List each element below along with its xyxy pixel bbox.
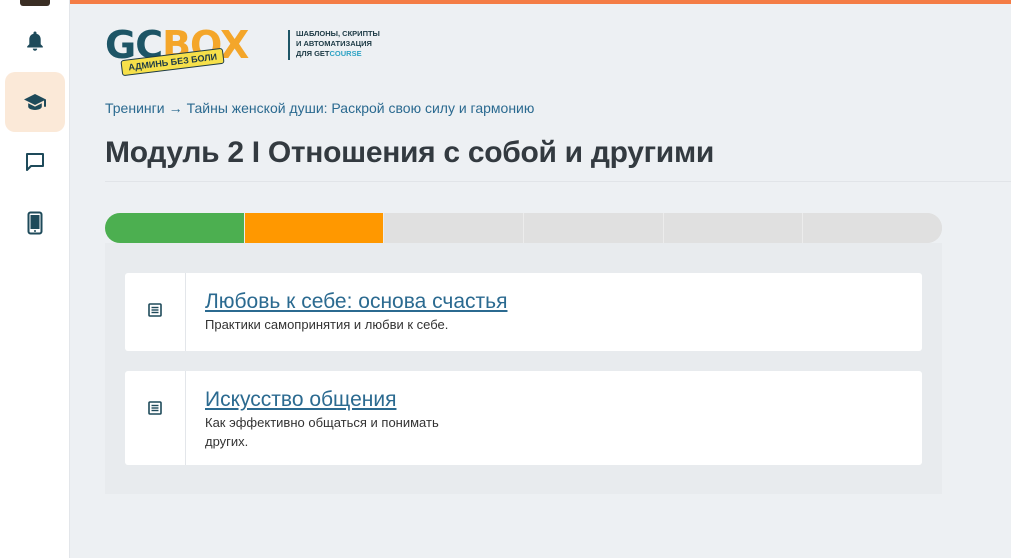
- avatar[interactable]: [20, 0, 50, 6]
- bell-icon: [25, 30, 45, 52]
- document-list-icon: [148, 401, 162, 465]
- progress-segment[interactable]: [663, 213, 804, 243]
- breadcrumb-course-link[interactable]: Тайны женской души: Раскрой свою силу и …: [187, 100, 535, 116]
- lesson-item[interactable]: Искусство общения Как эффективно общатьс…: [125, 371, 922, 465]
- title-divider: [105, 181, 1011, 182]
- mobile-phone-icon: [27, 211, 43, 235]
- lesson-item[interactable]: Любовь к себе: основа счастья Практики с…: [125, 273, 922, 351]
- lesson-description: Практики самопринятия и любви к себе.: [205, 317, 449, 332]
- lesson-title-link[interactable]: Искусство общения: [205, 388, 439, 412]
- lesson-description: Как эффективно общаться и понимать других…: [205, 415, 439, 449]
- sidebar: [0, 0, 70, 558]
- graduation-cap-icon: [23, 92, 47, 112]
- breadcrumb-arrow: →: [168, 100, 183, 116]
- progress-segment[interactable]: [803, 213, 942, 243]
- breadcrumb-trainings-link[interactable]: Тренинги: [105, 100, 165, 116]
- sidebar-item-notifications[interactable]: [5, 11, 65, 71]
- sidebar-item-trainings[interactable]: [5, 72, 65, 132]
- progress-segment[interactable]: [524, 213, 664, 243]
- sidebar-item-messages[interactable]: [5, 132, 65, 192]
- top-accent-bar: [70, 0, 1011, 4]
- progress-segment[interactable]: [244, 213, 385, 243]
- logo-tagline: ШАБЛОНЫ, СКРИПТЫ И АВТОМАТИЗАЦИЯ ДЛЯ GET…: [296, 29, 380, 58]
- module-progress-bar: [105, 213, 942, 243]
- progress-segment[interactable]: [384, 213, 525, 243]
- page-title: Модуль 2 I Отношения с собой и другими: [105, 136, 714, 169]
- chat-icon: [24, 151, 46, 173]
- sidebar-item-mobile[interactable]: [5, 193, 65, 253]
- lesson-title-link[interactable]: Любовь к себе: основа счастья: [205, 290, 507, 314]
- breadcrumb: Тренинги → Тайны женской души: Раскрой сво…: [105, 100, 534, 116]
- logo-separator: [288, 30, 290, 60]
- progress-segment[interactable]: [105, 213, 245, 243]
- gcbox-logo[interactable]: GCBOX АДМИНЬ БЕЗ БОЛИ ШАБЛОНЫ, СКРИПТЫ И…: [105, 26, 380, 81]
- document-list-icon: [148, 303, 162, 351]
- lesson-list: Любовь к себе: основа счастья Практики с…: [105, 243, 942, 494]
